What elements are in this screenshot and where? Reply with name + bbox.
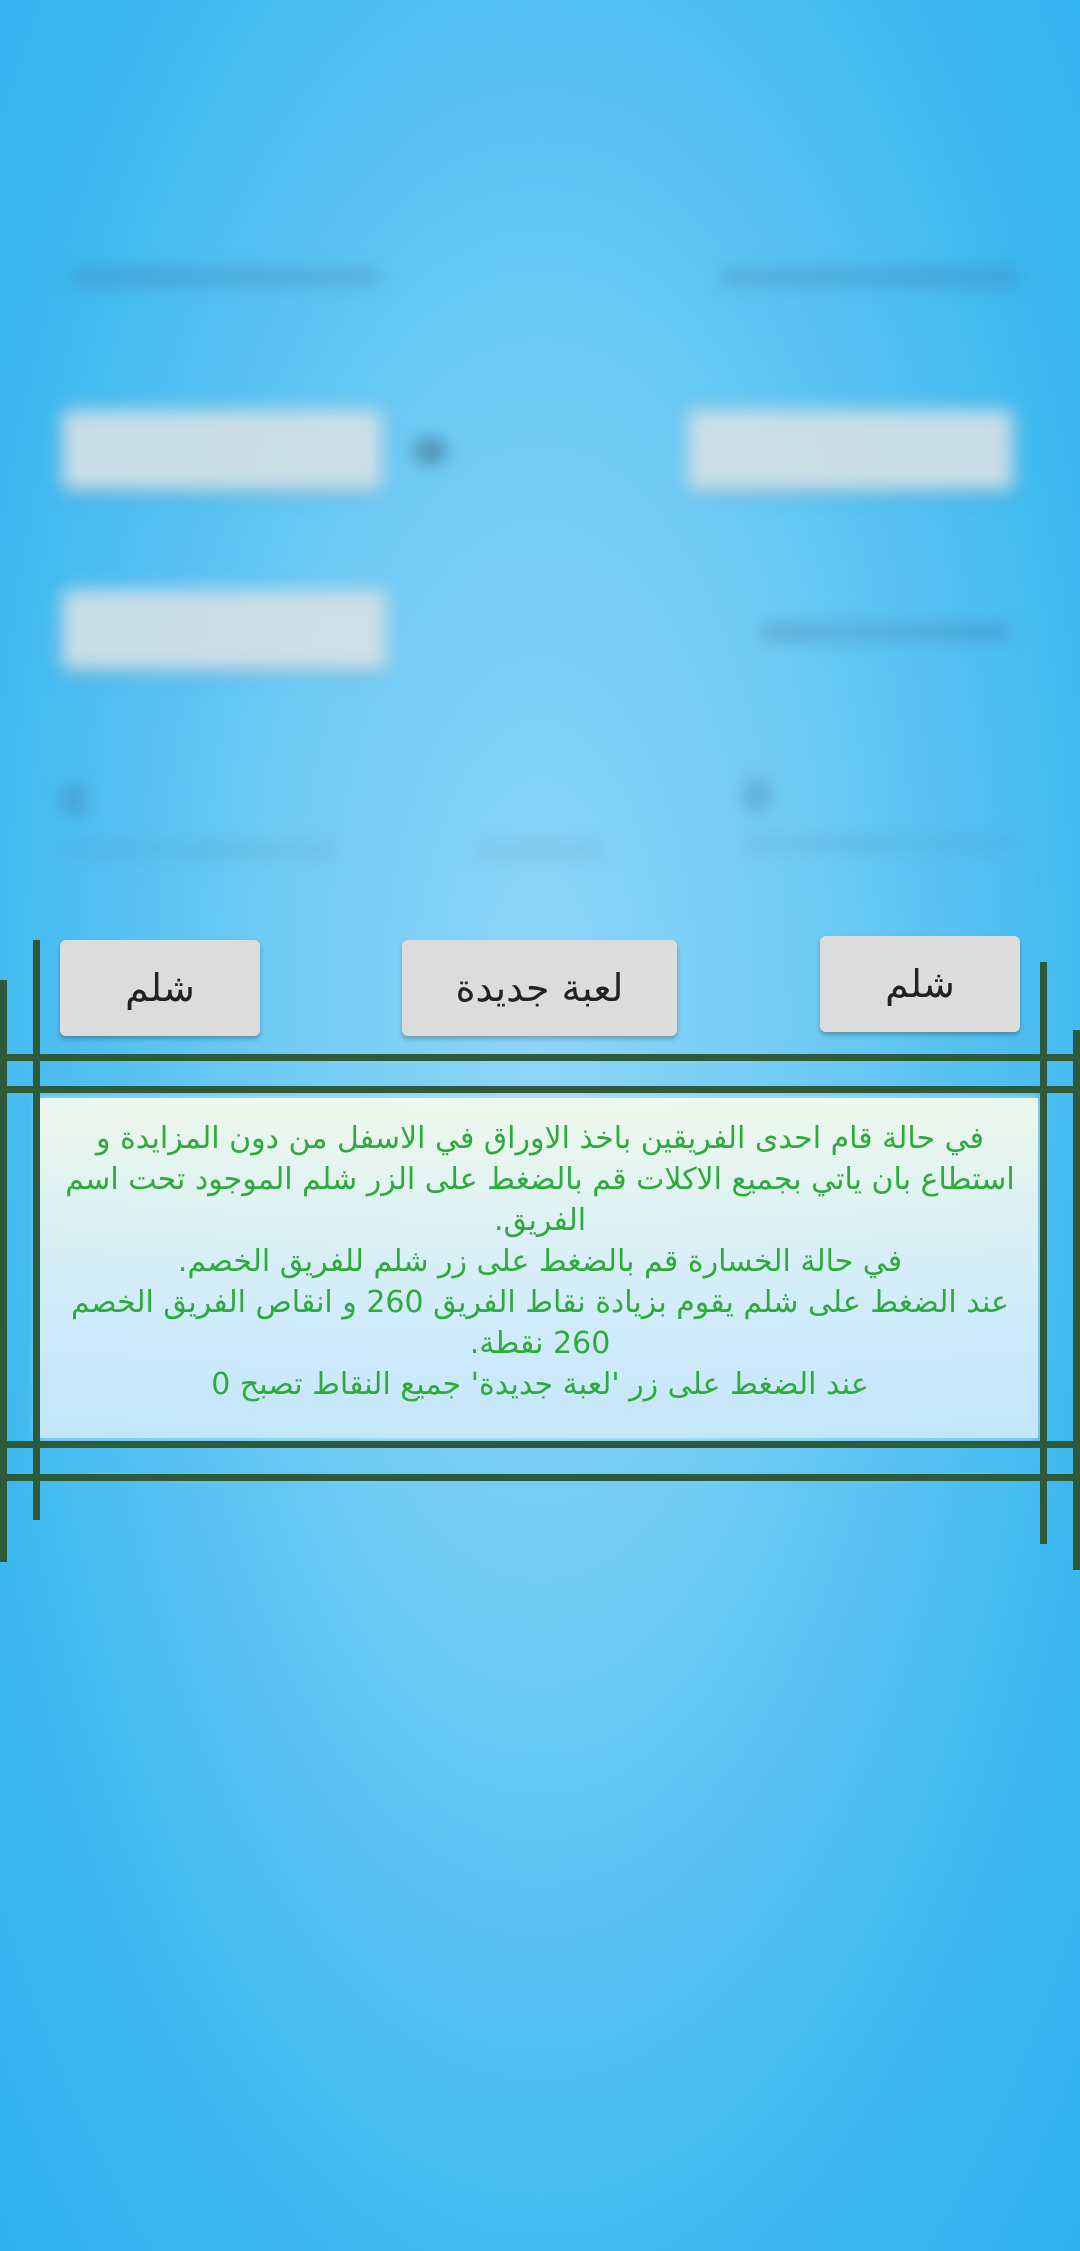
blurred-field-left-2 (62, 590, 387, 670)
frame-right-outer (1073, 1030, 1080, 1570)
blurred-separator (415, 440, 445, 462)
instruction-line: في حالة الخسارة قم بالضغط على زر شلم للف… (177, 1244, 903, 1279)
frame-left-inner (33, 940, 40, 1520)
blurred-score-left (62, 785, 86, 815)
blurred-score-underline-middle (478, 848, 603, 851)
blurred-background-content (0, 0, 1080, 900)
blurred-team-name-left (70, 270, 380, 284)
frame-right-inner (1040, 962, 1047, 1544)
instruction-line: عند الضغط على شلم يقوم بزيادة نقاط الفري… (71, 1285, 1009, 1361)
instruction-line: في حالة قام احدى الفريقين باخذ الاوراق ف… (65, 1121, 1015, 1238)
frame-top-1 (0, 1054, 1080, 1061)
blurred-score-underline-right (745, 842, 1020, 845)
frame-bottom-2 (0, 1474, 1080, 1481)
instructions-text: في حالة قام احدى الفريقين باخذ الاوراق ف… (60, 1118, 1020, 1405)
blurred-label-right (760, 625, 1010, 639)
blurred-score-underline-left (60, 848, 335, 851)
blurred-score-right (745, 780, 769, 810)
blurred-field-left (62, 410, 382, 490)
new-game-button[interactable]: لعبة جديدة (402, 940, 677, 1036)
shelem-button-left[interactable]: شلم (60, 940, 260, 1036)
frame-top-2 (0, 1086, 1080, 1093)
blurred-team-name-right (720, 270, 1020, 284)
instruction-line: عند الضغط على زر 'لعبة جديدة' جميع النقا… (211, 1367, 869, 1402)
blurred-field-right (688, 410, 1013, 490)
shelem-button-right[interactable]: شلم (820, 936, 1020, 1032)
frame-bottom-1 (0, 1441, 1080, 1448)
